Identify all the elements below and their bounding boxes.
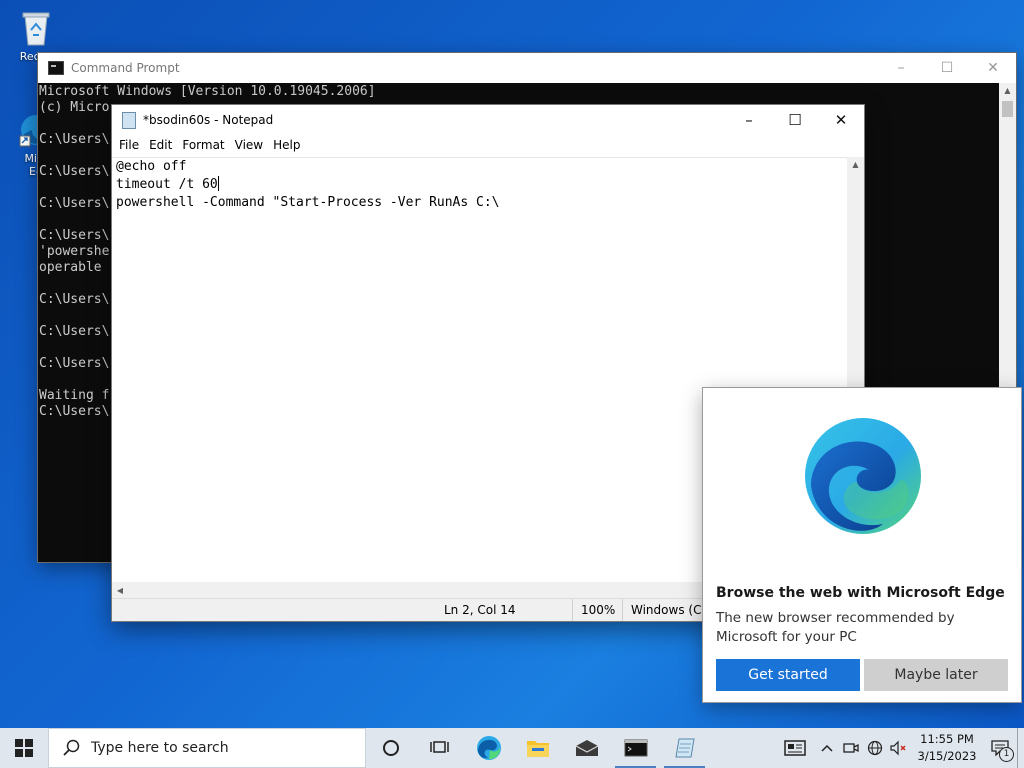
status-zoom: 100% (572, 599, 615, 621)
scroll-thumb[interactable] (1002, 101, 1013, 117)
recycle-bin-icon (16, 8, 56, 48)
notification-count-badge: 1 (999, 747, 1014, 762)
scroll-left-icon[interactable]: ◀ (112, 582, 128, 599)
taskbar-clock[interactable]: 11:55 PM 3/15/2023 (911, 731, 983, 765)
clock-date: 3/15/2023 (917, 749, 977, 763)
taskbar-command-prompt[interactable] (611, 728, 660, 768)
taskbar-search-box[interactable]: Type here to search (48, 728, 366, 768)
taskbar-file-explorer[interactable] (513, 728, 562, 768)
windows-logo-icon (15, 739, 33, 757)
meet-now-icon (843, 743, 859, 753)
minimize-button[interactable]: – (726, 105, 772, 135)
show-desktop-button[interactable] (1017, 728, 1024, 768)
meet-now-button[interactable] (839, 728, 863, 768)
cortana-circle-icon (382, 740, 399, 756)
menu-bar: File Edit Format View Help (112, 135, 864, 155)
console-line: Microsoft Windows [Version 10.0.19045.20… (39, 84, 376, 99)
edge-icon (476, 736, 501, 760)
task-view-button[interactable] (415, 728, 464, 768)
maximize-button[interactable]: ☐ (924, 53, 970, 83)
news-button[interactable] (775, 728, 815, 768)
search-icon (63, 739, 80, 756)
command-prompt-icon (48, 61, 64, 75)
text-caret (217, 176, 219, 191)
close-button[interactable]: ✕ (970, 53, 1016, 83)
volume-muted-icon (890, 740, 906, 756)
notepad-icon (122, 111, 136, 129)
task-view-icon (429, 741, 449, 753)
menu-edit[interactable]: Edit (144, 138, 177, 152)
status-position: Ln 2, Col 14 (444, 603, 516, 617)
file-explorer-icon (526, 741, 549, 757)
notepad-title: *bsodin60s - Notepad (143, 113, 274, 127)
cmd-title: Command Prompt (71, 61, 180, 75)
system-tray: 11:55 PM 3/15/2023 1 (775, 728, 1024, 768)
network-icon (867, 740, 883, 756)
menu-file[interactable]: File (114, 138, 144, 152)
scroll-up-icon[interactable]: ▲ (999, 83, 1016, 99)
close-button[interactable]: ✕ (818, 105, 864, 135)
chevron-up-icon (821, 744, 833, 752)
mail-icon (575, 740, 598, 756)
popup-heading: Browse the web with Microsoft Edge (716, 585, 1005, 601)
editor-line-text: timeout /t 60 (116, 177, 218, 192)
news-icon (784, 740, 806, 756)
get-started-button[interactable]: Get started (716, 659, 860, 691)
search-placeholder: Type here to search (91, 740, 229, 756)
editor-line: timeout /t 60 (116, 176, 864, 194)
command-prompt-icon (624, 739, 647, 757)
network-button[interactable] (863, 728, 887, 768)
status-encoding: Windows (CR (622, 599, 710, 621)
scroll-up-icon[interactable]: ▲ (847, 157, 864, 173)
show-hidden-icons-button[interactable] (815, 728, 839, 768)
volume-button[interactable] (887, 728, 911, 768)
clock-time: 11:55 PM (920, 732, 974, 746)
maximize-button[interactable]: ☐ (772, 105, 818, 135)
menu-help[interactable]: Help (268, 138, 305, 152)
cmd-titlebar[interactable]: Command Prompt – ☐ ✕ (38, 53, 1016, 83)
editor-line: @echo off (116, 159, 187, 174)
taskbar-notepad[interactable] (660, 728, 709, 768)
notepad-titlebar[interactable]: *bsodin60s - Notepad – ☐ ✕ (112, 105, 864, 135)
cortana-button[interactable] (366, 728, 415, 768)
taskbar: Type here to search 11:55 PM 3/15/2023 1 (0, 728, 1024, 768)
notepad-icon (674, 738, 695, 758)
minimize-button[interactable]: – (878, 53, 924, 83)
taskbar-edge[interactable] (464, 728, 513, 768)
popup-body: The new browser recommended by Microsoft… (716, 610, 955, 645)
taskbar-mail[interactable] (562, 728, 611, 768)
maybe-later-button[interactable]: Maybe later (864, 659, 1008, 691)
edge-promo-popup: Browse the web with Microsoft Edge The n… (703, 388, 1021, 702)
edge-logo-icon (803, 416, 923, 536)
start-button[interactable] (0, 728, 48, 768)
action-center-button[interactable]: 1 (983, 728, 1017, 768)
menu-view[interactable]: View (230, 138, 268, 152)
editor-line: powershell -Command "Start-Process -Ver … (116, 195, 500, 210)
menu-format[interactable]: Format (177, 138, 229, 152)
